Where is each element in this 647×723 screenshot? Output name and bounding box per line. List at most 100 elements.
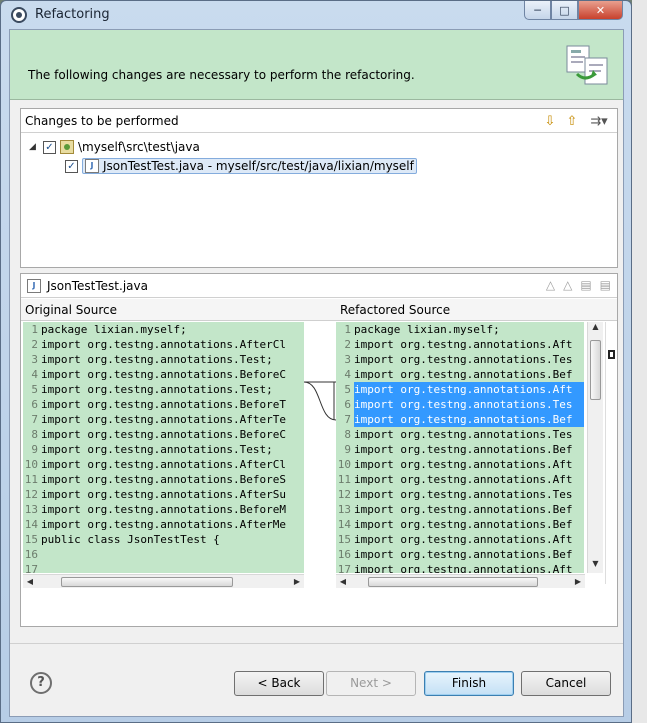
code-text: import org.testng.annotations.Aft — [354, 458, 573, 471]
code-text: import org.testng.annotations.Test; — [41, 353, 273, 366]
refactored-vertical-scrollbar[interactable]: ▲ ▼ — [587, 322, 603, 573]
next-change-icon[interactable]: ⇩ — [541, 112, 559, 130]
line-number: 5 — [344, 383, 351, 396]
back-button[interactable]: < Back — [234, 671, 324, 696]
code-text: import org.testng.annotations.AfterCl — [41, 458, 287, 471]
code-text: import org.testng.annotations.Aft — [354, 563, 573, 573]
code-line: 1 package lixian.myself; — [336, 322, 584, 337]
window-title: Refactoring — [35, 7, 110, 22]
code-line: 3 import org.testng.annotations.Tes — [336, 352, 584, 367]
code-text: import org.testng.annotations.AfterMe — [41, 518, 287, 531]
scroll-right-icon[interactable]: ▶ — [571, 577, 585, 586]
code-text: import org.testng.annotations.Aft — [354, 533, 573, 546]
code-line: 6 import org.testng.annotations.BeforeT — [23, 397, 304, 412]
minimize-button[interactable]: ─ — [524, 1, 551, 20]
tree-checkbox[interactable]: ✓ — [43, 140, 56, 154]
line-number: 5 — [31, 383, 38, 396]
scroll-left-icon[interactable]: ◀ — [23, 577, 37, 586]
previous-change-icon[interactable]: ⇧ — [563, 112, 581, 130]
scroll-up-icon[interactable]: ▲ — [588, 322, 603, 336]
scroll-left-icon[interactable]: ◀ — [336, 577, 350, 586]
center-header — [304, 299, 336, 321]
banner-message: The following changes are necessary to p… — [28, 68, 415, 82]
compare-file-title: JsonTestTest.java — [47, 278, 148, 293]
line-number: 14 — [24, 518, 38, 531]
code-line: 11 import org.testng.annotations.BeforeS — [23, 472, 304, 487]
code-text: import org.testng.annotations.BeforeC — [41, 428, 287, 441]
code-text: import org.testng.annotations.Aft — [354, 338, 573, 351]
code-line: 15 import org.testng.annotations.Aft — [336, 532, 584, 547]
scroll-thumb[interactable] — [61, 577, 233, 587]
original-source-header: Original Source — [21, 299, 304, 321]
title-bar[interactable]: Refactoring ─ □ ✕ — [1, 1, 631, 29]
code-text: import org.testng.annotations.Bef — [354, 518, 573, 531]
code-line: 4 import org.testng.annotations.Bef — [336, 367, 584, 382]
line-number: 11 — [337, 473, 351, 486]
code-text: import org.testng.annotations.AfterTe — [41, 413, 287, 426]
refactored-source-pane[interactable]: 1 package lixian.myself; 2 import org.testn… — [336, 322, 584, 573]
filter-icon[interactable]: ⇉▾ — [585, 112, 613, 130]
tree-checkbox[interactable]: ✓ — [65, 159, 78, 173]
refactored-horizontal-scrollbar[interactable]: ◀ ▶ — [336, 574, 585, 588]
code-line: 7 import org.testng.annotations.Bef — [336, 412, 584, 427]
line-number: 10 — [24, 458, 38, 471]
code-text: import org.testng.annotations.Bef — [354, 368, 573, 381]
code-line: 16 — [23, 547, 304, 562]
code-text: import org.testng.annotations.Bef — [354, 412, 584, 427]
diff-connector — [303, 322, 337, 584]
line-number: 1 — [344, 323, 351, 336]
code-line: 17 import org.testng.annotations.Aft — [336, 562, 584, 573]
original-source-pane[interactable]: 1 package lixian.myself; 2 import org.testn… — [23, 322, 304, 573]
line-number: 6 — [31, 398, 38, 411]
code-text: import org.testng.annotations.Test; — [41, 443, 273, 456]
collapse-icon[interactable]: ◢ — [29, 142, 39, 152]
close-button[interactable]: ✕ — [578, 1, 623, 20]
next-button[interactable]: Next > — [326, 671, 416, 696]
line-number: 1 — [31, 323, 38, 336]
line-number: 16 — [24, 548, 38, 561]
source-folder-icon — [60, 140, 74, 154]
maximize-button[interactable]: □ — [551, 1, 578, 20]
scroll-thumb[interactable] — [590, 340, 601, 400]
code-text: public class JsonTestTest { — [41, 533, 220, 546]
line-number: 13 — [24, 503, 38, 516]
code-line: 8 import org.testng.annotations.BeforeC — [23, 427, 304, 442]
code-text: import org.testng.annotations.Aft — [354, 473, 573, 486]
code-line: 1 package lixian.myself; — [23, 322, 304, 337]
copy-all-right-icon[interactable]: △ — [563, 278, 572, 292]
line-number: 8 — [344, 428, 351, 441]
diff-connector-lines — [303, 381, 337, 421]
background-workspace — [632, 0, 647, 723]
help-icon[interactable]: ? — [30, 672, 52, 694]
tree-item-file[interactable]: ✓ J JsonTestTest.java - myself/src/test/… — [65, 157, 417, 175]
code-line: 9 import org.testng.annotations.Test; — [23, 442, 304, 457]
scroll-right-icon[interactable]: ▶ — [290, 577, 304, 586]
code-line: 14 import org.testng.annotations.Bef — [336, 517, 584, 532]
copy-all-left-icon[interactable]: △ — [546, 278, 555, 292]
button-bar: ? < Back Next > Finish Cancel — [10, 643, 623, 717]
overview-ruler[interactable] — [605, 322, 617, 584]
next-difference-icon[interactable]: ▤ — [580, 278, 591, 292]
scroll-thumb[interactable] — [368, 577, 538, 587]
wizard-banner: The following changes are necessary to p… — [10, 30, 623, 100]
changes-panel: Changes to be performed ⇩ ⇧ ⇉▾ ◢ ✓ \myse… — [20, 108, 618, 268]
previous-difference-icon[interactable]: ▤ — [600, 278, 611, 292]
code-text: import org.testng.annotations.Bef — [354, 548, 573, 561]
line-number: 14 — [337, 518, 351, 531]
scroll-down-icon[interactable]: ▼ — [588, 559, 603, 573]
code-line: 6 import org.testng.annotations.Tes — [336, 397, 584, 412]
dialog-client-area: The following changes are necessary to p… — [9, 29, 624, 717]
code-text: import org.testng.annotations.BeforeC — [41, 368, 287, 381]
original-horizontal-scrollbar[interactable]: ◀ ▶ — [23, 574, 304, 588]
java-file-icon: J — [27, 278, 41, 293]
code-line: 16 import org.testng.annotations.Bef — [336, 547, 584, 562]
change-marker[interactable] — [608, 350, 615, 359]
eclipse-icon — [11, 7, 27, 23]
cancel-button[interactable]: Cancel — [521, 671, 611, 696]
code-text: package lixian.myself; — [41, 323, 187, 336]
finish-button[interactable]: Finish — [424, 671, 514, 696]
line-number: 4 — [344, 368, 351, 381]
line-number: 9 — [31, 443, 38, 456]
line-number: 9 — [344, 443, 351, 456]
tree-item-folder[interactable]: ◢ ✓ \myself\src\test\java — [29, 138, 200, 156]
